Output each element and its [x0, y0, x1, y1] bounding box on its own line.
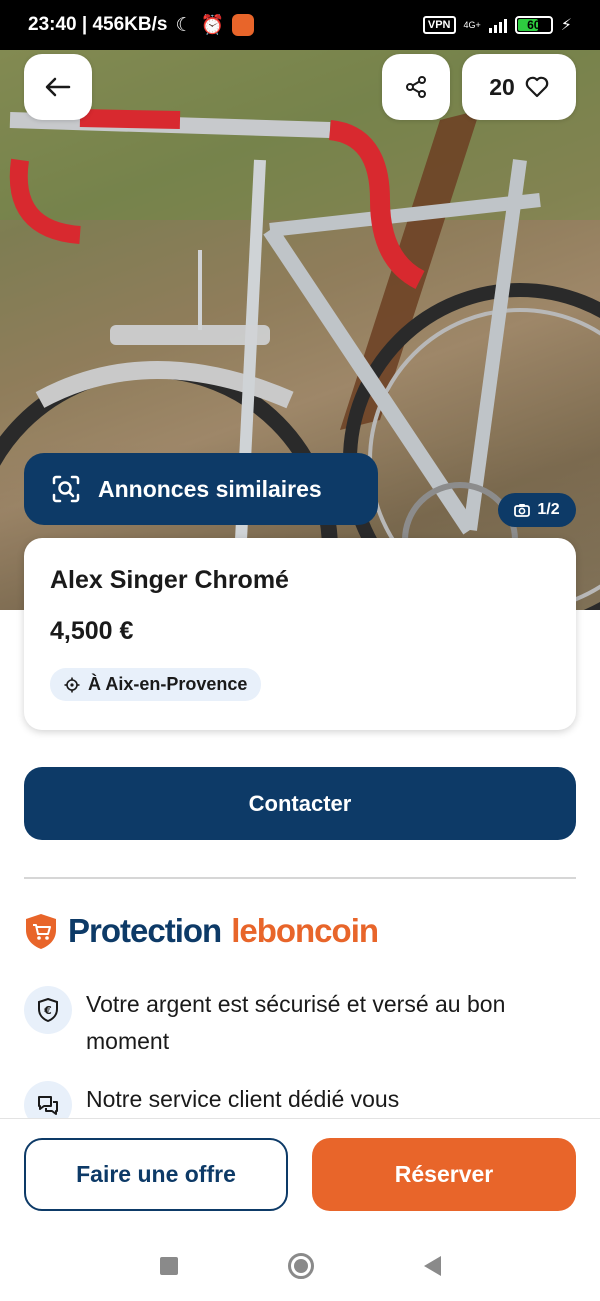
charging-icon: ⚡: [560, 17, 572, 34]
heart-icon: [525, 76, 549, 98]
svg-text:€: €: [43, 1004, 52, 1017]
listing-price: 4,500 €: [50, 617, 134, 645]
camera-icon: [514, 504, 531, 517]
contact-button[interactable]: Contacter: [24, 767, 576, 840]
location-chip[interactable]: À Aix-en-Provence: [50, 668, 262, 701]
reserve-button[interactable]: Réserver: [312, 1138, 576, 1211]
shield-cart-icon: [26, 914, 56, 949]
bottom-action-bar: Faire une offre Réserver: [0, 1118, 600, 1230]
favorites-count: 20: [489, 73, 515, 100]
protection-title: Protection: [68, 912, 222, 949]
vpn-badge: VPN: [422, 16, 456, 34]
favorite-button[interactable]: 20: [462, 54, 576, 120]
listing-info-card: Alex Singer Chromé 4,500 € À Aix-en-Prov…: [24, 538, 576, 730]
recent-apps-icon[interactable]: [159, 1256, 178, 1275]
battery-level: 60: [527, 18, 541, 32]
system-navigation-bar: [0, 1230, 600, 1301]
euro-shield-icon: €: [24, 986, 72, 1034]
status-time-speed: 23:40 | 456KB/s: [28, 14, 168, 35]
location-target-icon: [64, 677, 80, 692]
status-bar: 23:40 | 456KB/s ☾ ⏰ VPN 4G+ 60 ⚡: [0, 0, 600, 50]
system-back-icon[interactable]: [423, 1255, 441, 1276]
moon-icon: ☾: [175, 14, 193, 36]
signal-icon: [488, 17, 507, 33]
similar-listings-label: Annonces similaires: [98, 475, 322, 502]
share-icon: [406, 76, 426, 98]
leboncoin-logo-text: leboncoin: [231, 912, 379, 949]
location-label: À Aix-en-Provence: [88, 674, 248, 694]
app-notification-icon: [232, 14, 255, 36]
arrow-left-icon: [45, 77, 71, 97]
benefit-text: Notre service client dédié vous: [86, 1086, 400, 1112]
share-button[interactable]: [382, 54, 450, 120]
battery-icon: 60: [514, 16, 553, 34]
section-divider: [24, 877, 576, 879]
home-icon[interactable]: [287, 1252, 314, 1279]
listing-title: Alex Singer Chromé: [50, 566, 289, 594]
benefit-text: Votre argent est sécurisé et versé au bo…: [86, 991, 506, 1054]
back-button[interactable]: [24, 54, 92, 120]
image-search-icon: [52, 475, 80, 503]
photo-counter-label: 1/2: [537, 501, 560, 518]
protection-benefit: € Votre argent est sécurisé et versé au …: [24, 986, 576, 1060]
network-type: 4G+: [463, 19, 481, 30]
make-offer-button[interactable]: Faire une offre: [24, 1138, 288, 1211]
alarm-icon: ⏰: [200, 15, 225, 36]
protection-header: Protection leboncoin: [24, 912, 379, 950]
similar-listings-button[interactable]: Annonces similaires: [24, 453, 378, 525]
photo-counter: 1/2: [498, 493, 576, 527]
